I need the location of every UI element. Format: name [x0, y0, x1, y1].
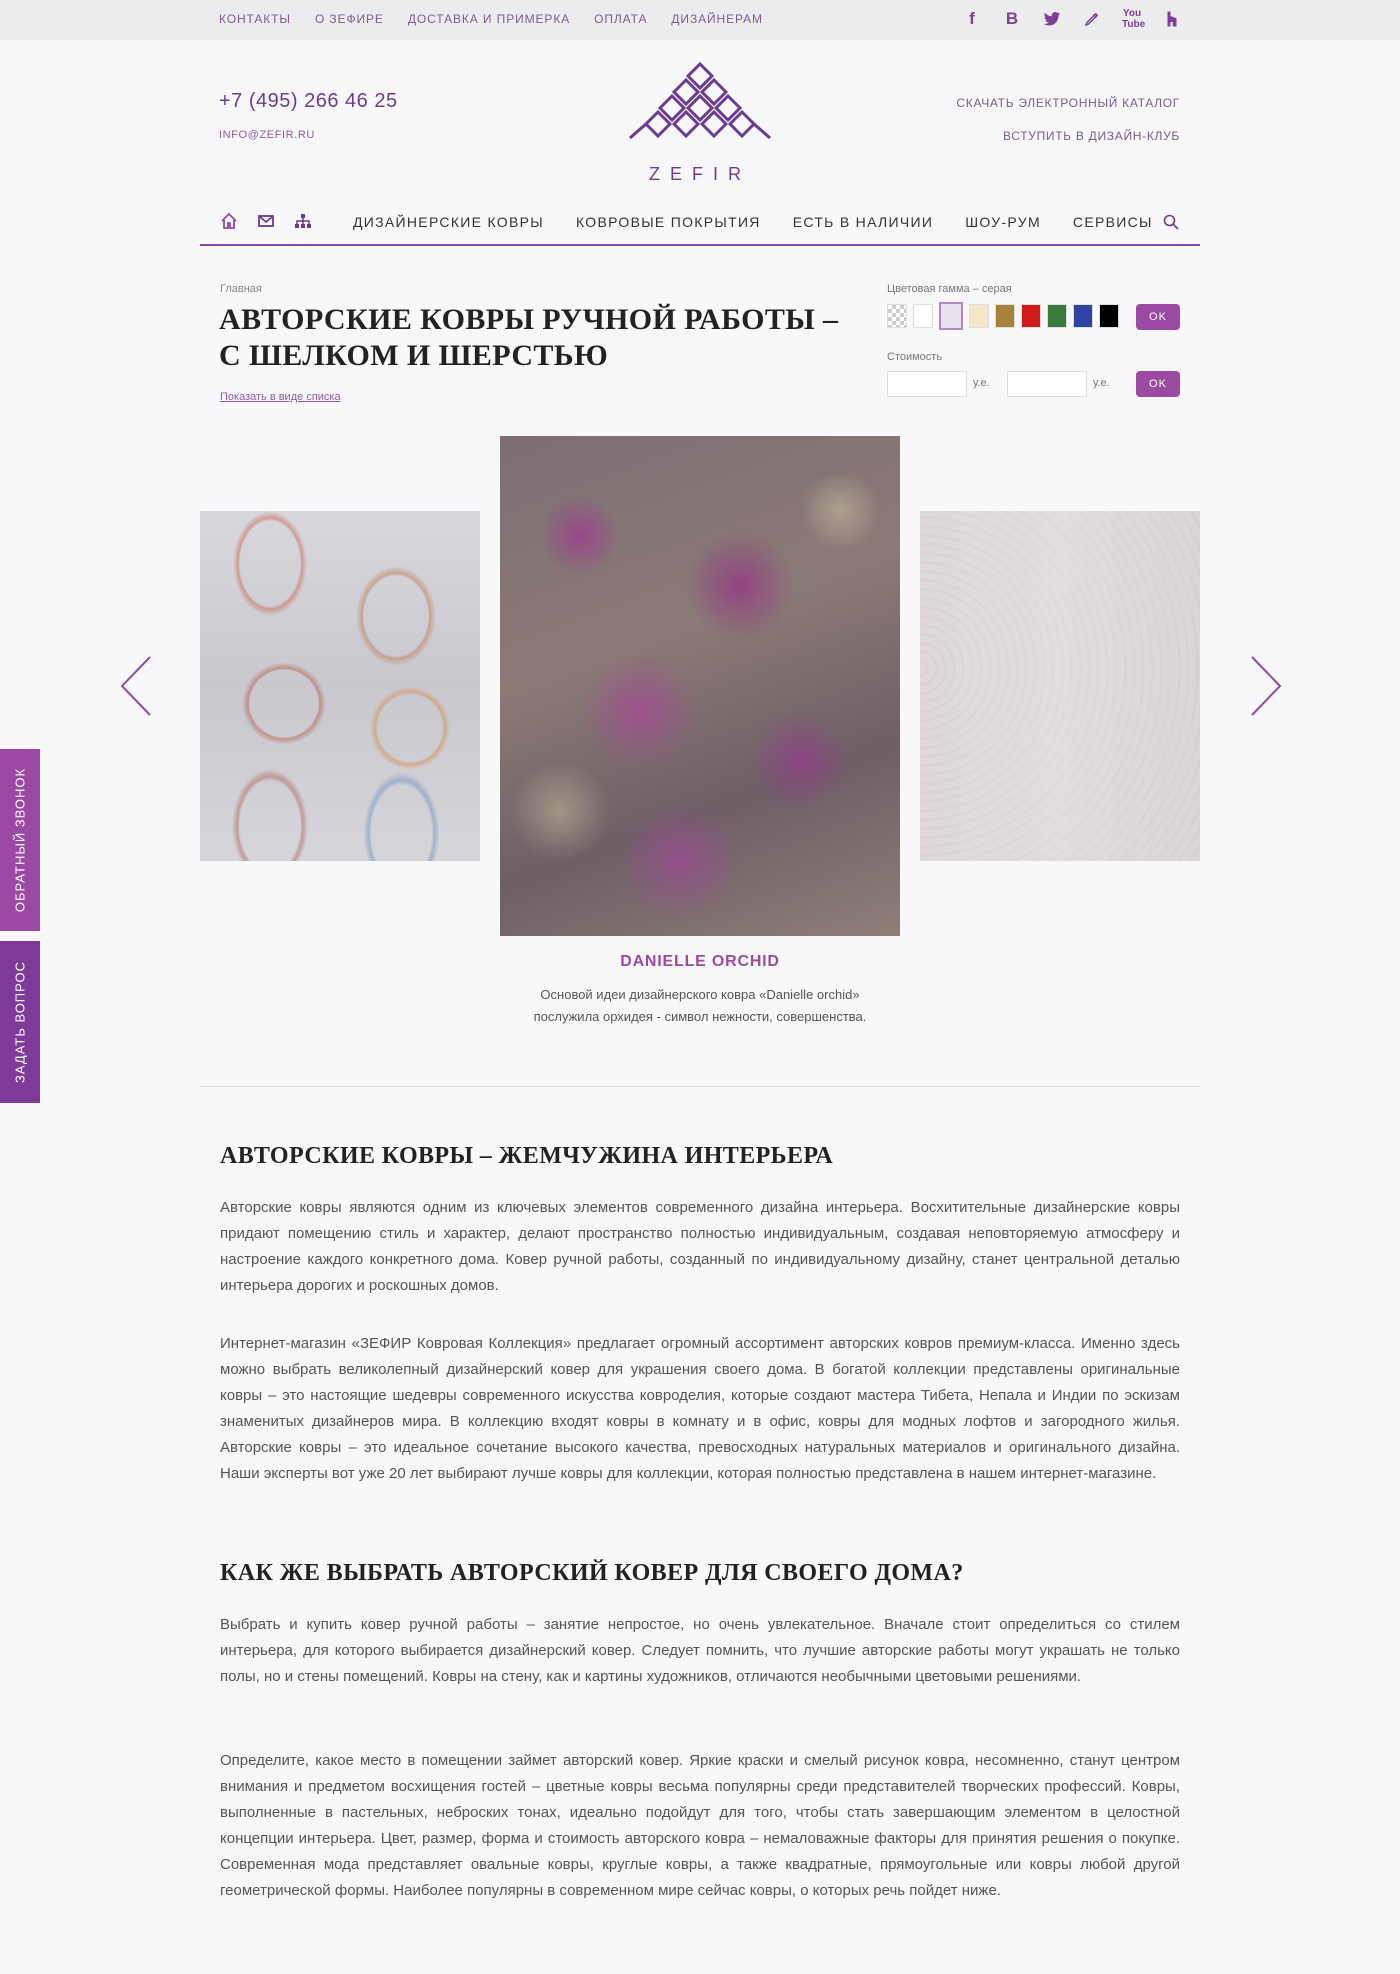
top-nav: КОНТАКТЫ О ЗЕФИРЕ ДОСТАВКА И ПРИМЕРКА ОП… — [219, 12, 787, 26]
sitemap-icon[interactable] — [294, 212, 312, 230]
color-swatch-white[interactable] — [913, 304, 933, 328]
color-filter-label: Цветовая гамма – серая — [887, 283, 1012, 295]
email-link[interactable]: INFO@ZEFIR.RU — [219, 129, 315, 141]
join-design-club-link[interactable]: ВСТУПИТЬ В ДИЗАЙН-КЛУБ — [956, 129, 1180, 143]
nav-designer-rugs[interactable]: ДИЗАЙНЕРСКИЕ КОВРЫ — [353, 214, 544, 230]
nav-icons — [220, 212, 331, 230]
mail-icon[interactable] — [257, 212, 275, 230]
color-swatch-grey[interactable] — [939, 302, 963, 330]
price-to-unit: у.е. — [1093, 377, 1110, 389]
search-icon[interactable] — [1162, 213, 1180, 231]
breadcrumb[interactable]: Главная — [220, 283, 262, 295]
topnav-payment[interactable]: ОПЛАТА — [594, 12, 647, 26]
nav-showroom[interactable]: ШОУ-РУМ — [965, 214, 1041, 230]
color-swatch-any[interactable] — [887, 304, 907, 328]
color-swatch-green[interactable] — [1047, 304, 1067, 328]
home-icon[interactable] — [220, 212, 238, 230]
social-links: f B You Tube — [962, 8, 1202, 30]
ask-question-tab[interactable]: ЗАДАТЬ ВОПРОС — [0, 941, 40, 1103]
logo-text: ZEFIR — [649, 164, 751, 184]
twitter-icon[interactable] — [1042, 8, 1062, 30]
rug-image-next[interactable] — [920, 511, 1200, 861]
zefir-logo[interactable]: ZEFIR — [626, 58, 774, 188]
carousel-prev-arrow-icon[interactable] — [118, 655, 154, 717]
section-divider — [200, 1086, 1200, 1087]
houzz-icon[interactable] — [1162, 8, 1182, 30]
color-ok-button[interactable]: OK — [1136, 304, 1180, 330]
topnav-delivery[interactable]: ДОСТАВКА И ПРИМЕРКА — [408, 12, 570, 26]
rug-image-previous[interactable] — [200, 511, 480, 861]
facebook-icon[interactable]: f — [962, 8, 982, 30]
callback-tab-label: ОБРАТНЫЙ ЗВОНОК — [12, 767, 28, 913]
color-swatches — [887, 302, 1125, 330]
show-as-list-link[interactable]: Показать в виде списка — [220, 391, 341, 403]
pen-icon[interactable] — [1082, 8, 1102, 30]
product-name[interactable]: DANIELLE ORCHID — [500, 953, 900, 971]
article-paragraph-2: Интернет-магазин «ЗЕФИР Ковровая Коллекц… — [220, 1335, 1180, 1482]
callback-tab[interactable]: ОБРАТНЫЙ ЗВОНОК — [0, 749, 40, 931]
article-heading-2: КАК ЖЕ ВЫБРАТЬ АВТОРСКИЙ КОВЕР ДЛЯ СВОЕГ… — [220, 1560, 964, 1586]
download-catalog-link[interactable]: СКАЧАТЬ ЭЛЕКТРОННЫЙ КАТАЛОГ — [956, 96, 1180, 110]
price-filter-label: Стоимость — [887, 351, 943, 363]
nav-carpet-coverings[interactable]: КОВРОВЫЕ ПОКРЫТИЯ — [576, 214, 761, 230]
page-title: АВТОРСКИЕ КОВРЫ РУЧНОЙ РАБОТЫ – С ШЕЛКОМ… — [219, 303, 839, 372]
article-paragraph-1: Авторские ковры являются одним из ключев… — [220, 1199, 1180, 1294]
nav-in-stock[interactable]: ЕСТЬ В НАЛИЧИИ — [793, 214, 934, 230]
color-swatch-red[interactable] — [1021, 304, 1041, 328]
header-links: СКАЧАТЬ ЭЛЕКТРОННЫЙ КАТАЛОГ ВСТУПИТЬ В Д… — [956, 96, 1180, 162]
main-nav-items: ДИЗАЙНЕРСКИЕ КОВРЫ КОВРОВЫЕ ПОКРЫТИЯ ЕСТ… — [353, 214, 1185, 230]
vkontakte-icon[interactable]: B — [1002, 8, 1022, 30]
product-description: Основой идеи дизайнерского ковра «Daniel… — [533, 987, 867, 1024]
color-swatch-blue[interactable] — [1073, 304, 1093, 328]
top-bar: КОНТАКТЫ О ЗЕФИРЕ ДОСТАВКА И ПРИМЕРКА ОП… — [0, 0, 1400, 40]
youtube-icon[interactable]: You Tube — [1122, 8, 1145, 30]
price-ok-button[interactable]: OK — [1136, 371, 1180, 397]
color-swatch-black[interactable] — [1099, 304, 1119, 328]
price-to-input[interactable] — [1007, 371, 1087, 397]
nav-services[interactable]: СЕРВИСЫ — [1073, 214, 1153, 230]
topnav-contacts[interactable]: КОНТАКТЫ — [219, 12, 291, 26]
article-heading-1: АВТОРСКИЕ КОВРЫ – ЖЕМЧУЖИНА ИНТЕРЬЕРА — [220, 1143, 834, 1169]
price-from-unit: у.е. — [973, 377, 990, 389]
article-paragraph-3: Выбрать и купить ковер ручной работы – з… — [220, 1616, 1180, 1685]
color-swatch-brown[interactable] — [995, 304, 1015, 328]
rug-image-danielle-orchid[interactable] — [500, 436, 900, 936]
phone-number[interactable]: +7 (495) 266 46 25 — [219, 90, 398, 113]
color-swatch-beige[interactable] — [969, 304, 989, 328]
topnav-designers[interactable]: ДИЗАЙНЕРАМ — [671, 12, 763, 26]
carousel-next-arrow-icon[interactable] — [1248, 655, 1284, 717]
article-paragraph-4: Определите, какое место в помещении займ… — [220, 1752, 1180, 1899]
topnav-about[interactable]: О ЗЕФИРЕ — [315, 12, 384, 26]
ask-question-tab-label: ЗАДАТЬ ВОПРОС — [12, 960, 28, 1084]
main-nav: ДИЗАЙНЕРСКИЕ КОВРЫ КОВРОВЫЕ ПОКРЫТИЯ ЕСТ… — [200, 200, 1200, 246]
price-from-input[interactable] — [887, 371, 967, 397]
